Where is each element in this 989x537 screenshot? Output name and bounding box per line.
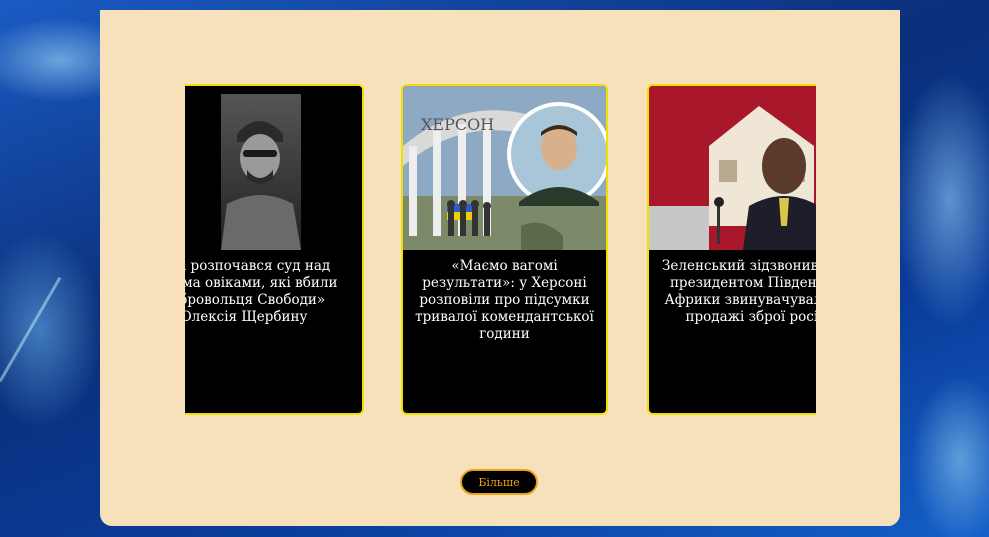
kherson-sign-text: ХЕРСОН (421, 115, 494, 134)
news-card-title[interactable]: «Маємо вагомі результати»: у Херсоні роз… (403, 258, 606, 343)
news-card[interactable]: ХЕРСОН «Маємо вагомі результати»: у Херс… (401, 84, 608, 415)
news-card-title[interactable]: иєві розпочався суд над трьома овіками, … (185, 258, 359, 326)
news-card-image (185, 86, 362, 250)
more-button[interactable]: Більше (460, 469, 538, 495)
news-card-title[interactable]: Зеленський зідзвонився з президентом Пів… (649, 258, 816, 326)
news-carousel[interactable]: иєві розпочався суд над трьома овіками, … (185, 84, 816, 415)
news-card[interactable]: иєві розпочався суд над трьома овіками, … (185, 84, 364, 415)
news-card-image (649, 86, 816, 250)
news-card-image: ХЕРСОН (403, 86, 606, 250)
news-card[interactable]: Зеленський зідзвонився з президентом Пів… (647, 84, 816, 415)
